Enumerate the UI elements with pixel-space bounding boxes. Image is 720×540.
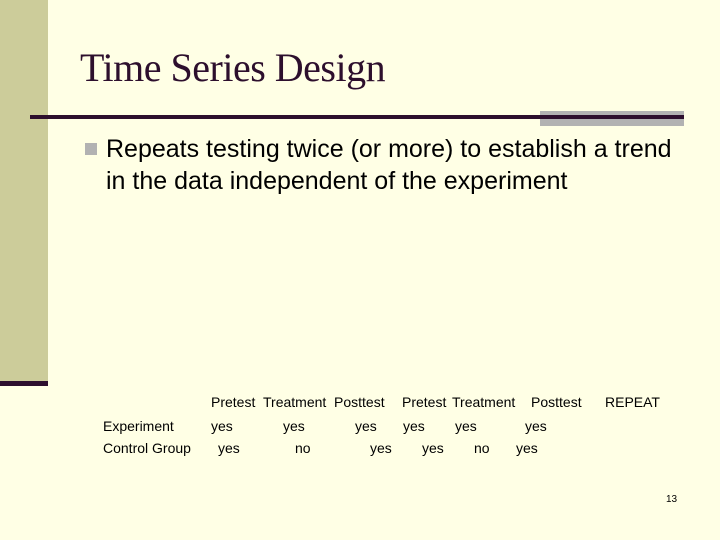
- title-underline-rule: [30, 115, 684, 119]
- header-pretest-1: Pretest: [211, 394, 256, 410]
- table-cell: yes: [525, 418, 547, 434]
- header-treatment-1: Treatment: [263, 394, 327, 410]
- header-posttest-1: Posttest: [334, 394, 385, 410]
- table-cell: yes: [422, 440, 444, 456]
- table-cell: yes: [516, 440, 538, 456]
- table-cell: no: [474, 440, 490, 456]
- table-cell: yes: [370, 440, 392, 456]
- table-cell: yes: [355, 418, 377, 434]
- sidebar-rule: [0, 381, 48, 386]
- header-posttest-2: Posttest: [531, 394, 582, 410]
- page-number: 13: [666, 494, 678, 505]
- table-cell: yes: [211, 418, 233, 434]
- slide-title: Time Series Design: [80, 45, 386, 90]
- table-cell: yes: [403, 418, 425, 434]
- bullet-text: Repeats testing twice (or more) to estab…: [106, 135, 672, 195]
- table-cell: yes: [218, 440, 240, 456]
- table-cell: yes: [283, 418, 305, 434]
- table-cell: no: [295, 440, 311, 456]
- row-label-experiment: Experiment: [103, 418, 174, 434]
- table-cell: yes: [455, 418, 477, 434]
- sidebar-band: [0, 0, 48, 382]
- row-label-control-group: Control Group: [103, 440, 191, 456]
- header-treatment-2: Treatment: [452, 394, 516, 410]
- header-pretest-2: Pretest: [402, 394, 447, 410]
- square-bullet-icon: [85, 143, 97, 155]
- header-repeat: REPEAT: [605, 394, 660, 410]
